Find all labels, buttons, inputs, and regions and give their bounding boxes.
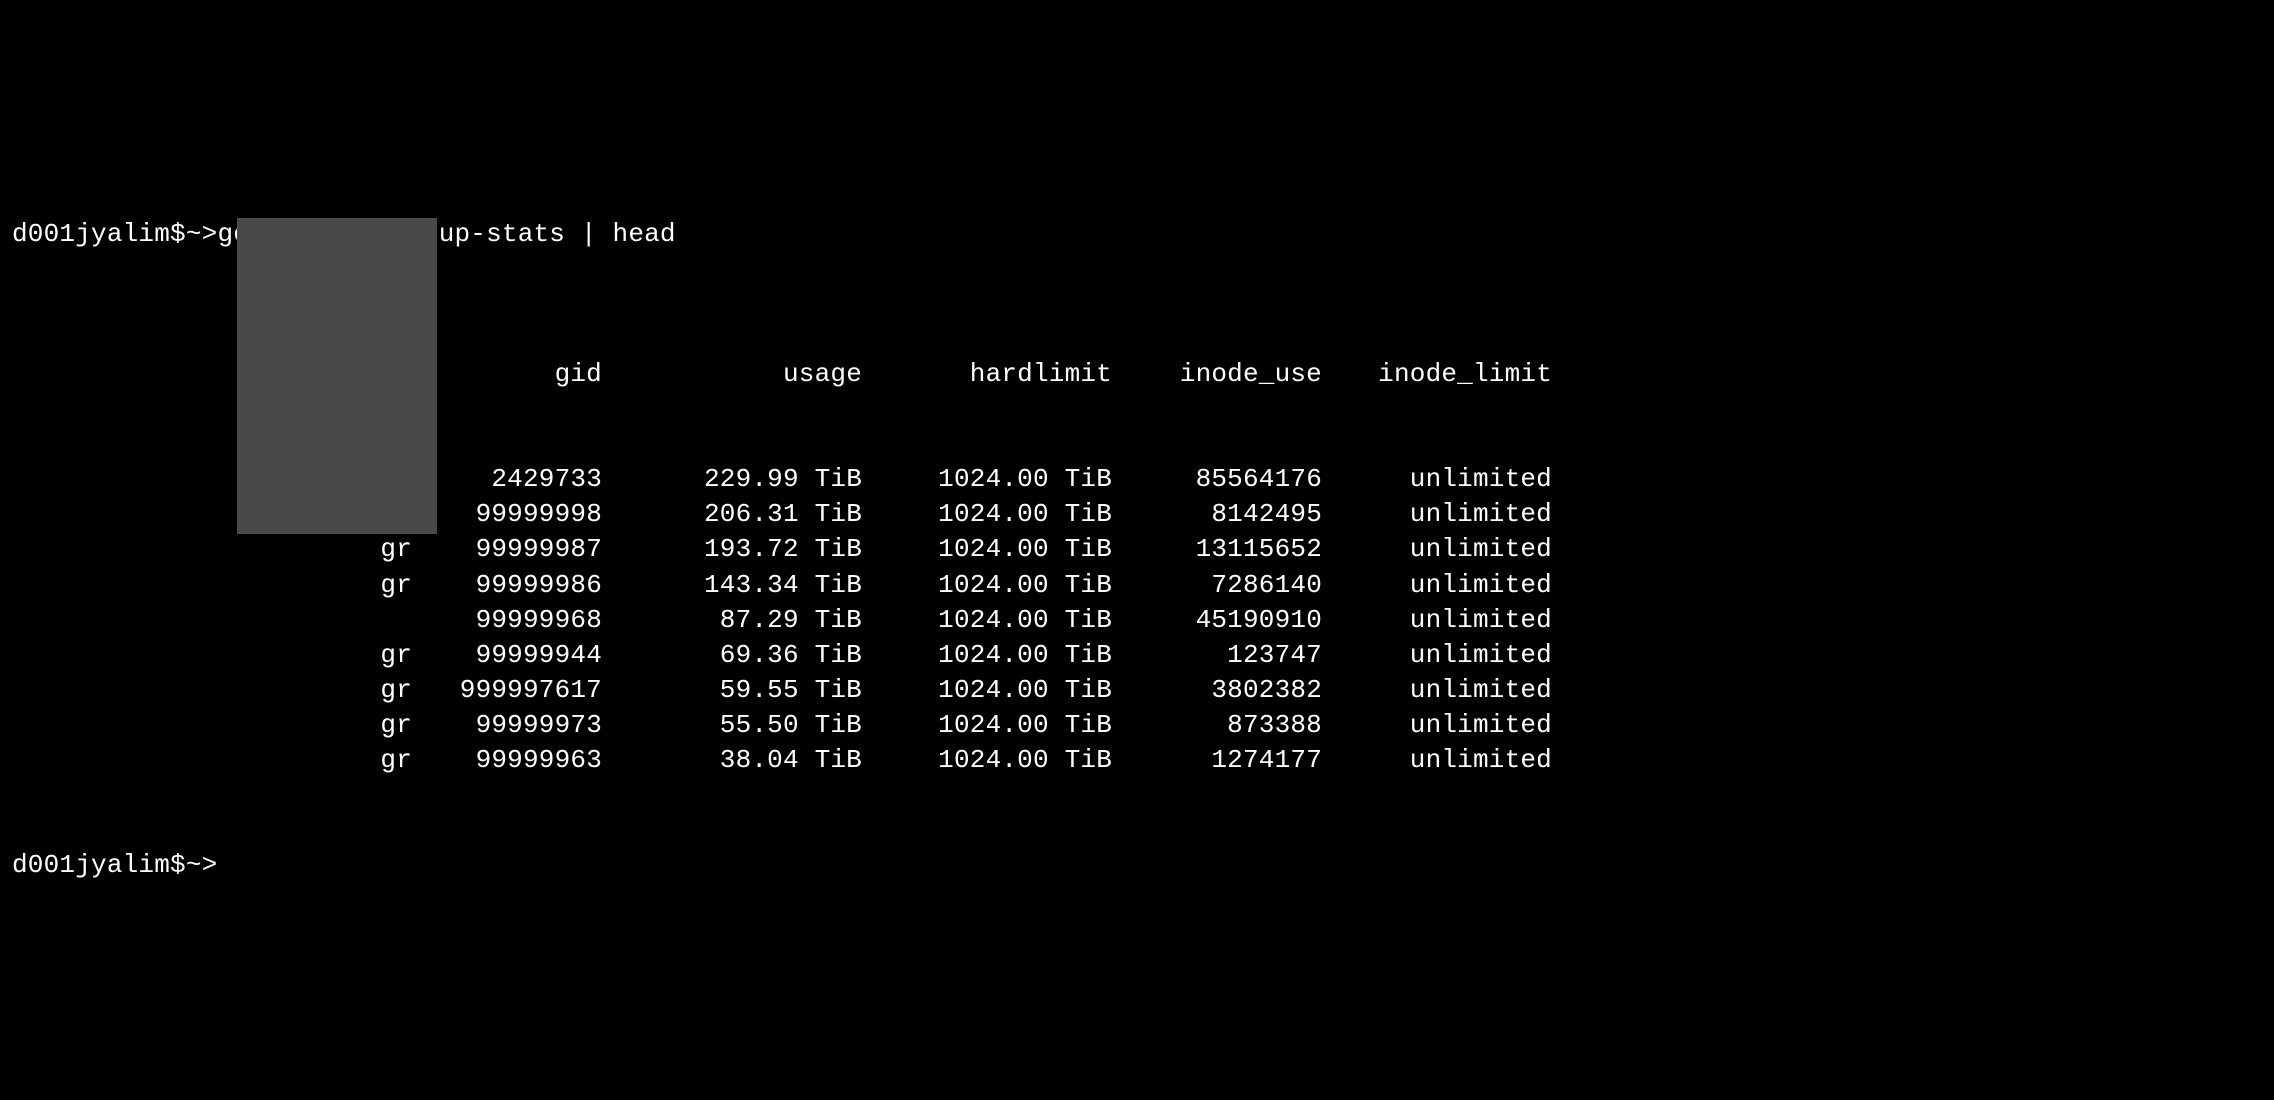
cell-group: gr (12, 743, 412, 778)
cell-inode-use: 45190910 (1112, 603, 1322, 638)
cell-inode-use: 13115652 (1112, 532, 1322, 567)
redaction-block (237, 218, 437, 534)
cell-usage: 229.99 TiB (602, 462, 862, 497)
cell-hardlimit: 1024.00 TiB (862, 568, 1112, 603)
cell-group: gr (12, 708, 412, 743)
cell-gid: 99999998 (412, 497, 602, 532)
cell-hardlimit: 1024.00 TiB (862, 708, 1112, 743)
header-inode-use: inode_use (1112, 357, 1322, 392)
cell-inode-use: 123747 (1112, 638, 1322, 673)
prompt-path: ~ (186, 219, 202, 249)
header-gid: gid (412, 357, 602, 392)
table-row: gr9999997355.50 TiB1024.00 TiB873388unli… (12, 708, 2262, 743)
cell-hardlimit: 1024.00 TiB (862, 603, 1112, 638)
cell-usage: 143.34 TiB (602, 568, 862, 603)
cell-group: gr (12, 532, 412, 567)
prompt-line-2: d001jyalim$~> (12, 848, 2262, 883)
table-row: gr99999987193.72 TiB1024.00 TiB13115652u… (12, 532, 2262, 567)
cell-usage: 193.72 TiB (602, 532, 862, 567)
header-inode-limit: inode_limit (1322, 357, 1552, 392)
prompt-host: d001jyalim$ (12, 219, 186, 249)
cell-usage: 59.55 TiB (602, 673, 862, 708)
terminal-output[interactable]: d001jyalim$~>get-beegfs-group-stats | he… (12, 146, 2262, 918)
cell-inode-use: 7286140 (1112, 568, 1322, 603)
cell-hardlimit: 1024.00 TiB (862, 673, 1112, 708)
cell-gid: 99999963 (412, 743, 602, 778)
cell-inode-limit: unlimited (1322, 603, 1552, 638)
cell-gid: 99999973 (412, 708, 602, 743)
cell-inode-use: 1274177 (1112, 743, 1322, 778)
cell-inode-use: 3802382 (1112, 673, 1322, 708)
cell-gid: 99999986 (412, 568, 602, 603)
cell-usage: 38.04 TiB (602, 743, 862, 778)
cell-inode-limit: unlimited (1322, 462, 1552, 497)
table-row: gr99999761759.55 TiB1024.00 TiB3802382un… (12, 673, 2262, 708)
table-row: gr99999986143.34 TiB1024.00 TiB7286140un… (12, 568, 2262, 603)
cell-inode-use: 85564176 (1112, 462, 1322, 497)
header-hardlimit: hardlimit (862, 357, 1112, 392)
cell-inode-limit: unlimited (1322, 568, 1552, 603)
cell-gid: 999997617 (412, 673, 602, 708)
cell-group: gr (12, 638, 412, 673)
cell-group (12, 603, 412, 638)
cell-usage: 69.36 TiB (602, 638, 862, 673)
table-row: gr9999996338.04 TiB1024.00 TiB1274177unl… (12, 743, 2262, 778)
header-usage: usage (602, 357, 862, 392)
table-row: gr9999994469.36 TiB1024.00 TiB123747unli… (12, 638, 2262, 673)
cell-group: gr (12, 673, 412, 708)
cell-hardlimit: 1024.00 TiB (862, 532, 1112, 567)
cell-inode-limit: unlimited (1322, 708, 1552, 743)
prompt-path: ~ (186, 850, 202, 880)
cell-hardlimit: 1024.00 TiB (862, 743, 1112, 778)
cell-usage: 87.29 TiB (602, 603, 862, 638)
cell-gid: 99999944 (412, 638, 602, 673)
cell-hardlimit: 1024.00 TiB (862, 497, 1112, 532)
cell-gid: 99999968 (412, 603, 602, 638)
cell-inode-limit: unlimited (1322, 532, 1552, 567)
cell-inode-limit: unlimited (1322, 638, 1552, 673)
cell-inode-use: 8142495 (1112, 497, 1322, 532)
prompt-arrow: > (202, 850, 218, 880)
prompt-arrow: > (202, 219, 218, 249)
prompt-host: d001jyalim$ (12, 850, 186, 880)
cell-usage: 55.50 TiB (602, 708, 862, 743)
cell-usage: 206.31 TiB (602, 497, 862, 532)
cell-group: gr (12, 568, 412, 603)
cell-inode-limit: unlimited (1322, 743, 1552, 778)
cell-inode-use: 873388 (1112, 708, 1322, 743)
table-row: 9999996887.29 TiB1024.00 TiB45190910unli… (12, 603, 2262, 638)
cell-inode-limit: unlimited (1322, 673, 1552, 708)
cell-inode-limit: unlimited (1322, 497, 1552, 532)
cell-hardlimit: 1024.00 TiB (862, 462, 1112, 497)
cell-hardlimit: 1024.00 TiB (862, 638, 1112, 673)
cell-gid: 99999987 (412, 532, 602, 567)
cell-gid: 2429733 (412, 462, 602, 497)
